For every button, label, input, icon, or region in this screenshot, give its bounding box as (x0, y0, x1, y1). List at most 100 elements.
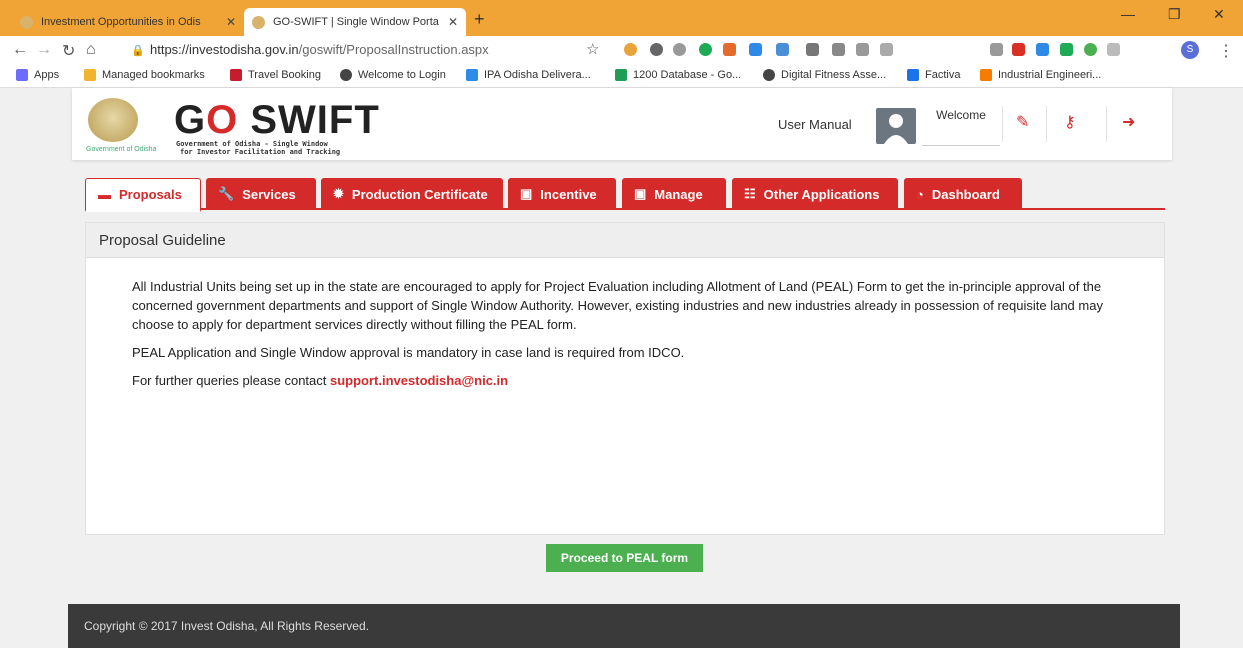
check-icon[interactable] (1084, 43, 1097, 56)
user-manual-link[interactable]: User Manual (778, 117, 852, 132)
site-favicon-icon (252, 15, 265, 29)
extension-icon[interactable] (1107, 43, 1120, 56)
bookmark-label: Travel Booking (248, 69, 321, 81)
main-nav-tabs: ▬ Proposals 🔧 Services ✹ Production Cert… (85, 178, 1165, 212)
url-path: /goswift/ProposalInstruction.aspx (298, 42, 489, 57)
bookmark-label: Apps (34, 69, 60, 81)
reload-icon[interactable]: ↻ (62, 41, 75, 61)
goswift-logo[interactable]: GO SWIFT (174, 98, 380, 143)
tab-dashboard[interactable]: ◔ Dashboard (904, 178, 1022, 210)
proposal-guideline-panel: Proposal Guideline All Industrial Units … (85, 222, 1165, 535)
extension-icon[interactable] (990, 43, 1003, 56)
extension-icon[interactable] (880, 43, 893, 56)
minimize-icon[interactable]: — (1121, 6, 1135, 22)
gmail-icon[interactable] (832, 43, 845, 56)
odisha-emblem-icon (88, 98, 138, 142)
apps-grid-icon (16, 69, 28, 81)
user-avatar[interactable] (876, 108, 916, 144)
globe-icon (763, 69, 775, 81)
contact-prefix: For further queries please contact (132, 373, 330, 388)
bookmark-database[interactable]: 1200 Database - Go... (615, 69, 741, 81)
tab-title: GO-SWIFT | Single Window Porta (273, 16, 439, 28)
extension-icon[interactable] (749, 43, 762, 56)
extension-icon[interactable] (776, 43, 789, 56)
forward-icon[interactable]: → (36, 41, 52, 59)
close-tab-icon[interactable]: ✕ (226, 15, 236, 29)
tab-label: Proposals (119, 187, 182, 202)
edit-profile-icon[interactable]: ✎ (1016, 112, 1029, 132)
extension-icon[interactable] (856, 43, 869, 56)
emblem-caption: Government of Odisha (86, 146, 157, 153)
tab-label: Dashboard (931, 186, 1000, 202)
tagline-line1: Government of Odisha - Single Window (176, 140, 328, 148)
tab-production-certificate[interactable]: ✹ Production Certificate (321, 178, 503, 210)
bookmark-star-icon[interactable]: ☆ (586, 40, 599, 58)
browser-tab-investment[interactable]: Investment Opportunities in Odis ✕ (12, 8, 244, 36)
money-icon: ▣ (520, 186, 533, 201)
extension-icon[interactable] (699, 43, 712, 56)
extension-icon[interactable] (806, 43, 819, 56)
tab-label: Manage (654, 186, 703, 202)
divider (1002, 106, 1003, 142)
panel-title: Proposal Guideline (86, 223, 1164, 258)
bookmark-label: 1200 Database - Go... (633, 69, 742, 81)
close-window-icon[interactable]: ✕ (1213, 6, 1225, 23)
extension-icon[interactable] (1060, 43, 1073, 56)
proceed-to-peal-button[interactable]: Proceed to PEAL form (546, 544, 703, 572)
tab-manage[interactable]: ▣ Manage (622, 178, 726, 210)
extension-icon[interactable] (624, 43, 637, 56)
sheets-icon (615, 69, 627, 81)
bookmark-factiva[interactable]: Factiva (907, 69, 960, 81)
extension-icon[interactable] (650, 43, 663, 56)
bookmark-travel[interactable]: Travel Booking (230, 69, 321, 81)
guideline-paragraph: PEAL Application and Single Window appro… (132, 345, 685, 360)
factiva-icon (907, 69, 919, 81)
close-tab-icon[interactable]: ✕ (448, 15, 458, 29)
bookmark-label: Digital Fitness Asse... (781, 69, 887, 81)
tab-label: Services (242, 186, 296, 202)
extension-icon[interactable] (673, 43, 686, 56)
browser-tab-bar: Investment Opportunities in Odis ✕ GO-SW… (0, 0, 1243, 36)
url-field[interactable]: https://investodisha.gov.in/goswift/Prop… (150, 42, 489, 57)
extension-icon[interactable] (1012, 43, 1025, 56)
bookmark-ipa[interactable]: IPA Odisha Delivera... (466, 69, 591, 81)
home-icon[interactable]: ⌂ (86, 41, 96, 59)
page: Government of Odisha GO SWIFT Government… (0, 88, 1243, 648)
bookmark-apps[interactable]: Apps (16, 69, 59, 81)
panel-body: All Industrial Units being set up in the… (86, 258, 1164, 390)
travel-icon (230, 69, 242, 81)
tagline-line2: for Investor Facilitation and Tracking (180, 148, 341, 156)
tab-proposals[interactable]: ▬ Proposals (85, 178, 201, 212)
bookmark-label: Industrial Engineeri... (998, 69, 1102, 81)
bookmark-label: IPA Odisha Delivera... (484, 69, 591, 81)
guideline-paragraph: All Industrial Units being set up in the… (132, 279, 1103, 332)
browser-tab-goswift[interactable]: GO-SWIFT | Single Window Porta ✕ (244, 8, 466, 36)
site-favicon-icon (20, 15, 33, 29)
drive-icon (466, 69, 478, 81)
footer-copyright: Copyright © 2017 Invest Odisha, All Righ… (68, 604, 1180, 648)
change-password-key-icon[interactable]: ⚷ (1064, 112, 1076, 132)
bookmark-fitness[interactable]: Digital Fitness Asse... (763, 69, 886, 81)
bookmark-login[interactable]: Welcome to Login (340, 69, 446, 81)
extension-icon[interactable] (1036, 43, 1049, 56)
wrench-icon: 🔧 (218, 186, 235, 201)
tab-services[interactable]: 🔧 Services (206, 178, 316, 210)
browser-menu-icon[interactable]: ⋮ (1218, 41, 1234, 61)
restore-icon[interactable]: ❐ (1168, 6, 1181, 23)
divider (1106, 106, 1107, 142)
support-email-link[interactable]: support.investodisha@nic.in (330, 373, 508, 388)
site-header: Government of Odisha GO SWIFT Government… (72, 88, 1172, 160)
bookmark-industrial[interactable]: Industrial Engineeri... (980, 69, 1101, 81)
profile-avatar[interactable]: S (1181, 41, 1199, 59)
lock-icon[interactable]: 🔒 (131, 44, 145, 57)
logout-icon[interactable]: ➜ (1122, 112, 1135, 132)
bookmark-managed[interactable]: Managed bookmarks (84, 69, 205, 81)
tab-incentive[interactable]: ▣ Incentive (508, 178, 616, 210)
logo-suffix: SWIFT (238, 98, 380, 142)
back-icon[interactable]: ← (12, 41, 28, 59)
tab-other-applications[interactable]: ☷ Other Applications (732, 178, 898, 210)
extension-icon[interactable] (723, 43, 736, 56)
url-host: https://investodisha.gov.in (150, 42, 299, 57)
cog-icon: ✹ (333, 186, 344, 201)
new-tab-button[interactable]: + (474, 9, 485, 30)
